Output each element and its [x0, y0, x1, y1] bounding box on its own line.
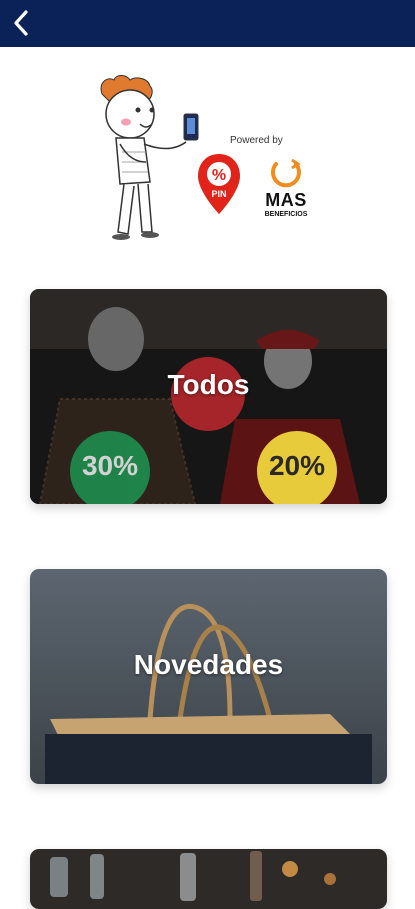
restaurant-image	[30, 849, 387, 909]
powered-by-label: Powered by	[230, 135, 283, 146]
discount-badge-text: 20%	[268, 450, 326, 481]
top-bar	[0, 0, 415, 47]
category-title: Novedades	[133, 649, 284, 680]
mas-logo-tagline: BENEFICIOS	[264, 211, 308, 218]
pin-percent-glyph: %	[212, 167, 226, 184]
pin-logo-text: PIN	[211, 189, 226, 199]
chevron-left-icon	[14, 10, 28, 36]
category-card-novedades[interactable]: Novedades	[30, 569, 387, 784]
pin-logo: % PIN	[196, 152, 242, 216]
discount-badge-20: 20%	[257, 431, 337, 504]
back-button[interactable]	[6, 6, 36, 40]
category-card-3[interactable]	[30, 849, 387, 909]
mas-logo-text: MAS	[265, 190, 307, 210]
category-card-todos[interactable]: Todos 30% 20%	[30, 289, 387, 504]
discount-badge-30: 30%	[70, 431, 150, 504]
discount-badge-text: 30%	[81, 450, 139, 481]
category-title: Todos	[167, 369, 250, 400]
